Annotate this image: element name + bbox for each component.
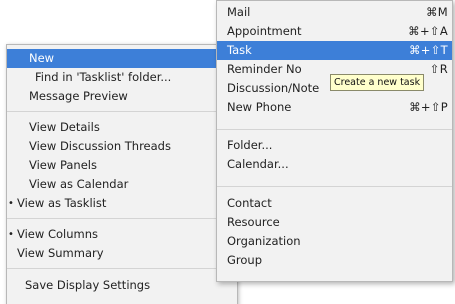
menu-item-view-as-tasklist[interactable]: • View as Tasklist (7, 194, 237, 213)
menu-item-message-preview[interactable]: Message Preview (7, 87, 237, 106)
menu-item-find-in-folder[interactable]: Find in 'Tasklist' folder... (7, 68, 237, 87)
menu-item-label: Organization (227, 234, 301, 248)
keyboard-shortcut: ⌘+⇧T (409, 43, 448, 57)
menu-item-label: View Details (29, 120, 100, 134)
checkmark-bullet-icon: • (8, 198, 14, 209)
menu-item-label: Contact (227, 196, 272, 210)
submenu-item-resource[interactable]: Resource (217, 213, 452, 232)
menu-item-label: Appointment (227, 24, 302, 38)
menu-item-new[interactable]: New (7, 49, 237, 68)
keyboard-shortcut: ⌘M (425, 5, 448, 19)
tooltip: Create a new task (330, 74, 425, 91)
context-menu: New Find in 'Tasklist' folder... Message… (6, 44, 238, 304)
keyboard-shortcut: ⌘+⇧A (408, 24, 448, 38)
submenu-item-folder[interactable]: Folder... (217, 136, 452, 155)
menu-item-label: View Discussion Threads (29, 139, 171, 153)
new-submenu: Mail ⌘M Appointment ⌘+⇧A Task ⌘+⇧T Remin… (216, 0, 453, 282)
menu-item-save-display-settings[interactable]: Save Display Settings (7, 276, 237, 295)
submenu-item-new-phone[interactable]: New Phone ⌘+⇧P (217, 98, 452, 117)
menu-item-label: Resource (227, 215, 280, 229)
submenu-item-task[interactable]: Task ⌘+⇧T (217, 41, 452, 60)
menu-item-label: View Panels (29, 158, 97, 172)
menu-item-view-columns[interactable]: • View Columns (7, 225, 237, 244)
submenu-item-mail[interactable]: Mail ⌘M (217, 3, 452, 22)
menu-item-view-details[interactable]: View Details (7, 118, 237, 137)
submenu-item-organization[interactable]: Organization (217, 232, 452, 251)
menu-item-label: Task (227, 43, 252, 57)
menu-item-label: View Columns (17, 227, 98, 241)
submenu-item-appointment[interactable]: Appointment ⌘+⇧A (217, 22, 452, 41)
menu-item-label: Group (227, 253, 263, 267)
menu-item-label: Mail (227, 5, 251, 19)
menu-item-label: New Phone (227, 100, 292, 114)
menu-separator (7, 268, 237, 269)
menu-item-label: Message Preview (29, 89, 128, 103)
checkmark-bullet-icon: • (8, 229, 14, 240)
menu-item-label: Calendar... (227, 157, 289, 171)
screen: New Find in 'Tasklist' folder... Message… (0, 0, 455, 304)
menu-item-label: View as Calendar (29, 177, 129, 191)
menu-separator (217, 129, 452, 130)
menu-item-label: Discussion/Note (227, 81, 320, 95)
menu-item-view-summary[interactable]: View Summary (7, 244, 237, 263)
menu-item-view-discussion-threads[interactable]: View Discussion Threads (7, 137, 237, 156)
menu-separator (217, 186, 452, 187)
menu-separator (7, 111, 237, 112)
menu-item-label: New (29, 51, 55, 65)
keyboard-shortcut: ⌘+⇧P (409, 100, 448, 114)
submenu-item-calendar[interactable]: Calendar... (217, 155, 452, 174)
submenu-item-group[interactable]: Group (217, 251, 452, 270)
menu-item-view-as-calendar[interactable]: View as Calendar (7, 175, 237, 194)
menu-item-label: View as Tasklist (17, 196, 107, 210)
menu-item-view-panels[interactable]: View Panels (7, 156, 237, 175)
keyboard-shortcut: ⇧R (429, 62, 448, 76)
submenu-item-contact[interactable]: Contact (217, 194, 452, 213)
menu-item-label: Folder... (227, 138, 273, 152)
menu-item-label: Reminder No (227, 62, 302, 76)
menu-item-label: Find in 'Tasklist' folder... (35, 70, 172, 84)
menu-separator (7, 218, 237, 219)
menu-item-label: Save Display Settings (25, 278, 151, 292)
menu-item-label: View Summary (17, 246, 104, 260)
